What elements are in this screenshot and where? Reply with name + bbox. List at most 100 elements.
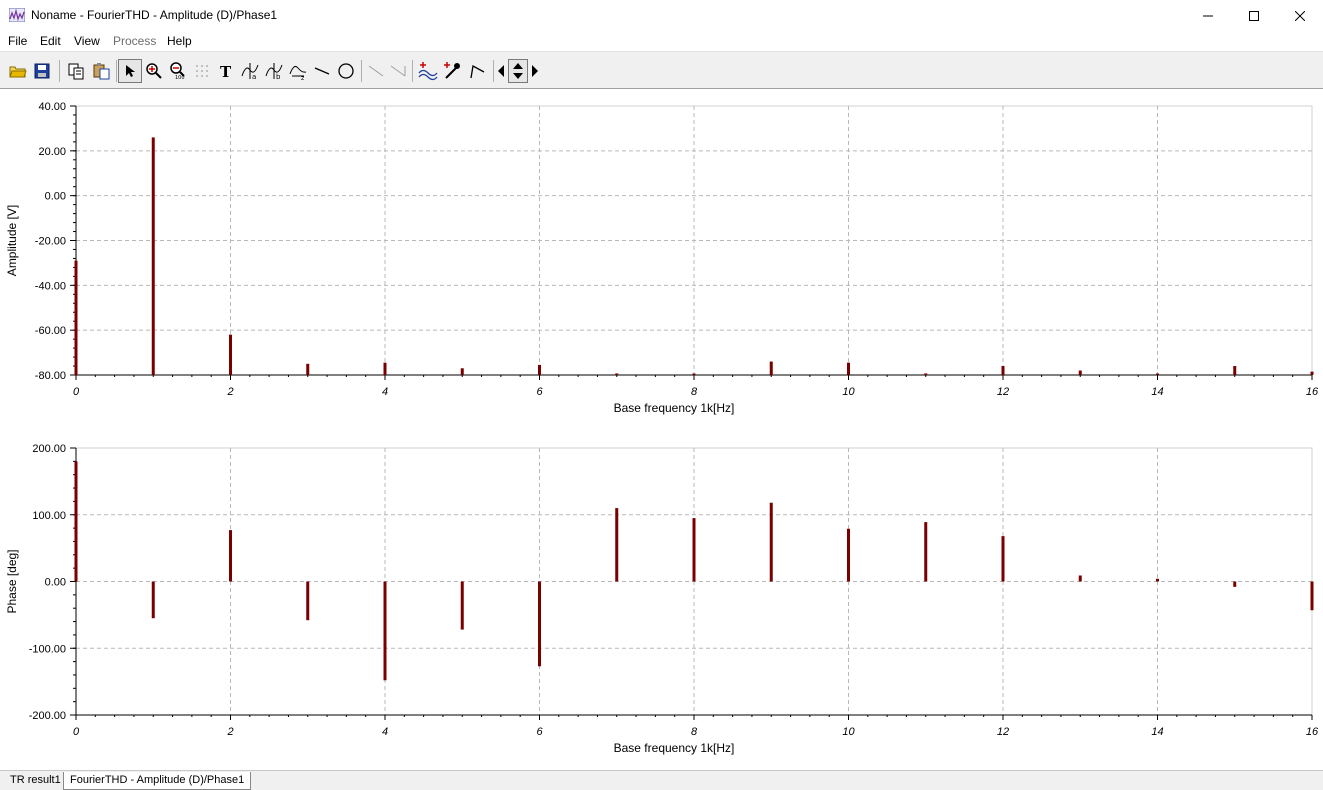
marker-button[interactable]: [466, 59, 490, 83]
bar-0[interactable]: [74, 461, 78, 582]
pointer-button[interactable]: [118, 59, 142, 83]
bar-4[interactable]: [383, 581, 387, 681]
menu-process[interactable]: Process: [113, 34, 156, 48]
open-folder-icon: [9, 66, 27, 78]
x-tick-label: 4: [382, 726, 388, 738]
cursor-peak-button[interactable]: z: [286, 59, 310, 83]
bar-8[interactable]: [692, 518, 696, 582]
diagonal2-disabled-icon: [390, 65, 406, 77]
menu-file[interactable]: File: [8, 34, 27, 48]
save-button[interactable]: [30, 59, 54, 83]
chart-phase[interactable]: 200.00 100.00 0.00 -100.00 -200.00 0 2 4 6 8 10 12 1…: [5, 443, 1319, 755]
bar-3[interactable]: [306, 363, 310, 375]
circle-button[interactable]: [334, 59, 358, 83]
bar-15[interactable]: [1233, 366, 1237, 375]
y-tick-label: -80.00: [35, 370, 66, 382]
x-tick-label: 10: [842, 386, 855, 398]
copy-button[interactable]: [64, 59, 88, 83]
bar-16[interactable]: [1310, 581, 1314, 611]
arrow-updown-button[interactable]: [508, 59, 528, 83]
bar-10[interactable]: [847, 362, 850, 375]
y-tick-label: -100.00: [29, 643, 66, 655]
pick-color-icon: [444, 62, 460, 79]
add-curve-button[interactable]: [416, 59, 440, 83]
bar-11[interactable]: [924, 522, 928, 582]
circle-icon: [338, 63, 354, 79]
line-button[interactable]: [310, 59, 334, 83]
bar-6[interactable]: [538, 364, 541, 375]
x-axis-label: Base frequency 1k[Hz]: [614, 401, 735, 415]
bar-9[interactable]: [769, 502, 773, 582]
bar-13[interactable]: [1078, 575, 1082, 582]
bar-5[interactable]: [460, 368, 464, 375]
bar-2[interactable]: [229, 530, 232, 582]
svg-text:a: a: [252, 73, 256, 80]
bar-8[interactable]: [692, 373, 696, 376]
paste-icon: [93, 63, 110, 80]
arrow-right-button[interactable]: [528, 59, 542, 83]
bar-5[interactable]: [460, 581, 464, 630]
bar-0[interactable]: [74, 260, 78, 375]
bar-1[interactable]: [151, 137, 155, 375]
menu-view[interactable]: View: [74, 34, 100, 48]
tab-tr-result1[interactable]: TR result1: [4, 772, 67, 790]
bar-9[interactable]: [769, 361, 773, 375]
zoom-100-button[interactable]: 100: [166, 59, 190, 83]
y-tick-label: 40.00: [38, 101, 66, 113]
menu-help[interactable]: Help: [167, 34, 192, 48]
x-axis-label: Base frequency 1k[Hz]: [614, 741, 735, 755]
x-tick-label: 6: [536, 726, 543, 738]
x-tick-label: 8: [691, 386, 698, 398]
charts-svg: 40.0020.000.00-20.00-40.00-60.00-80.000 2…: [5, 101, 1319, 755]
x-tick-label: 0: [73, 386, 80, 398]
bar-1[interactable]: [151, 581, 155, 619]
chart-area: 40.00 20.00 0.00 -20.00 -40.00 -60.00 -80.00 0 2…: [0, 90, 1323, 770]
cursor-a-icon: a: [241, 63, 259, 80]
cursor-peak-icon: z: [289, 66, 307, 80]
svg-text:100: 100: [175, 75, 185, 80]
bar-6[interactable]: [538, 581, 541, 667]
bar-14[interactable]: [1156, 373, 1159, 376]
bar-4[interactable]: [383, 362, 387, 375]
bar-15[interactable]: [1233, 581, 1237, 587]
maximize-button[interactable]: [1231, 0, 1277, 31]
bar-13[interactable]: [1078, 370, 1082, 375]
x-tick-label: 12: [997, 386, 1009, 398]
cursor-a-button[interactable]: a: [238, 59, 262, 83]
bar-11[interactable]: [924, 373, 928, 375]
arrow-left-button[interactable]: [494, 59, 508, 83]
chart-amplitude[interactable]: 40.00 20.00 0.00 -20.00 -40.00 -60.00 -80.00 0 2…: [5, 101, 1319, 415]
minimize-button[interactable]: [1185, 0, 1231, 31]
menu-edit[interactable]: Edit: [40, 34, 61, 48]
bar-12[interactable]: [1001, 536, 1005, 582]
diagonal-button-1[interactable]: [364, 59, 388, 83]
close-button[interactable]: [1277, 0, 1323, 31]
app-window: Noname - FourierTHD - Amplitude (D)/Phas…: [0, 0, 1323, 790]
bar-10[interactable]: [847, 528, 850, 582]
x-tick-label: 6: [536, 386, 543, 398]
open-button[interactable]: [6, 59, 30, 83]
x-tick-label: 16: [1306, 726, 1319, 738]
bar-16[interactable]: [1310, 371, 1314, 375]
copy-icon: [68, 63, 84, 80]
paste-button[interactable]: [89, 59, 113, 83]
menu-bar: File Edit View Process Help: [0, 31, 1323, 51]
bar-12[interactable]: [1001, 366, 1005, 375]
text-button[interactable]: T: [214, 59, 238, 83]
y-tick-label: 0.00: [45, 191, 66, 203]
bar-14[interactable]: [1156, 578, 1159, 582]
zoom-in-icon: [146, 63, 162, 79]
line-icon: [314, 67, 330, 75]
bar-7[interactable]: [615, 508, 619, 582]
bar-2[interactable]: [229, 334, 232, 375]
diagonal-button-2[interactable]: [386, 59, 410, 83]
x-tick-label: 12: [997, 726, 1009, 738]
tab-fourier-thd[interactable]: FourierTHD - Amplitude (D)/Phase1: [63, 772, 252, 790]
cursor-b-button[interactable]: b: [262, 59, 286, 83]
bar-7[interactable]: [615, 373, 619, 375]
bar-3[interactable]: [306, 581, 310, 621]
x-tick-label: 4: [382, 386, 388, 398]
grid-button[interactable]: [190, 59, 214, 83]
pick-color-button[interactable]: [440, 59, 464, 83]
zoom-in-button[interactable]: [142, 59, 166, 83]
